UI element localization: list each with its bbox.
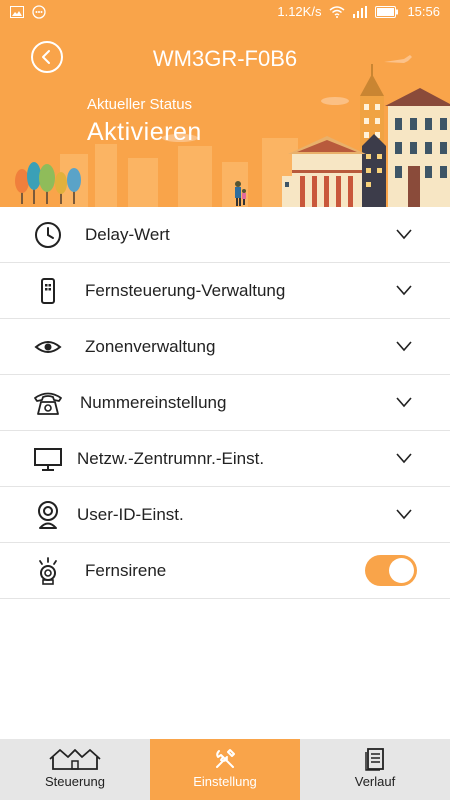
- document-icon: [365, 748, 384, 771]
- setting-label: Fernsirene: [85, 560, 167, 580]
- chevron-down-icon: [396, 453, 412, 464]
- chevron-down-icon: [396, 341, 412, 352]
- tab-label: Verlauf: [354, 774, 396, 789]
- setting-delay-value[interactable]: Delay-Wert: [0, 207, 450, 263]
- tab-label: Steuerung: [45, 774, 105, 789]
- setting-number[interactable]: Nummereinstellung: [0, 375, 450, 431]
- user-camera-icon: [38, 501, 58, 529]
- setting-label: Zonenverwaltung: [85, 336, 216, 356]
- wifi-icon: [329, 5, 345, 18]
- signal-icon: [353, 5, 368, 18]
- settings-list: Delay-Wert Fernsteuerung-Verwaltung Zone…: [0, 207, 450, 599]
- setting-label: Netzw.-Zentrumnr.-Einst.: [77, 448, 265, 468]
- houses-icon: [49, 749, 101, 770]
- image-notification-icon: [10, 6, 24, 18]
- tab-steuerung[interactable]: Steuerung: [0, 739, 150, 800]
- setting-remote-siren: Fernsirene: [0, 543, 450, 599]
- battery-icon: [375, 5, 399, 18]
- tab-einstellung[interactable]: Einstellung: [150, 739, 300, 800]
- monitor-icon: [34, 448, 62, 471]
- chevron-down-icon: [396, 397, 412, 408]
- remote-icon: [41, 278, 55, 304]
- chat-notification-icon: [32, 5, 46, 19]
- setting-user-id[interactable]: User-ID-Einst.: [0, 487, 450, 543]
- device-title: WM3GR-F0B6: [152, 46, 298, 71]
- eye-icon: [34, 341, 62, 353]
- clock-icon: [35, 222, 61, 248]
- network-speed: 1.12K/s: [277, 4, 322, 19]
- toggle-knob: [389, 558, 414, 583]
- chevron-down-icon: [396, 285, 412, 296]
- status-label: Aktueller Status: [87, 96, 193, 113]
- telephone-icon: [34, 392, 62, 415]
- setting-label: Delay-Wert: [85, 224, 170, 244]
- bottom-nav: Steuerung Einstellung Verlauf: [0, 739, 450, 800]
- setting-label: Fernsteuerung-Verwaltung: [85, 280, 286, 300]
- siren-toggle[interactable]: [365, 555, 417, 586]
- setting-label: Nummereinstellung: [80, 392, 227, 412]
- chevron-down-icon: [396, 509, 412, 520]
- tools-icon: [216, 749, 235, 768]
- clock-time: 15:56: [407, 4, 440, 19]
- siren-icon: [39, 557, 57, 585]
- setting-zone-management[interactable]: Zonenverwaltung: [0, 319, 450, 375]
- setting-label: User-ID-Einst.: [77, 504, 184, 524]
- chevron-down-icon: [396, 229, 412, 240]
- header-banner: WM3GR-F0B6 Aktueller Status Aktivieren: [0, 26, 450, 207]
- tab-label: Einstellung: [193, 774, 257, 789]
- setting-remote-control[interactable]: Fernsteuerung-Verwaltung: [0, 263, 450, 319]
- tab-verlauf[interactable]: Verlauf: [300, 739, 450, 800]
- setting-network-center-number[interactable]: Netzw.-Zentrumnr.-Einst.: [0, 431, 450, 487]
- status-value: Aktivieren: [87, 118, 202, 146]
- status-bar: 1.12K/s 15:56: [0, 0, 450, 26]
